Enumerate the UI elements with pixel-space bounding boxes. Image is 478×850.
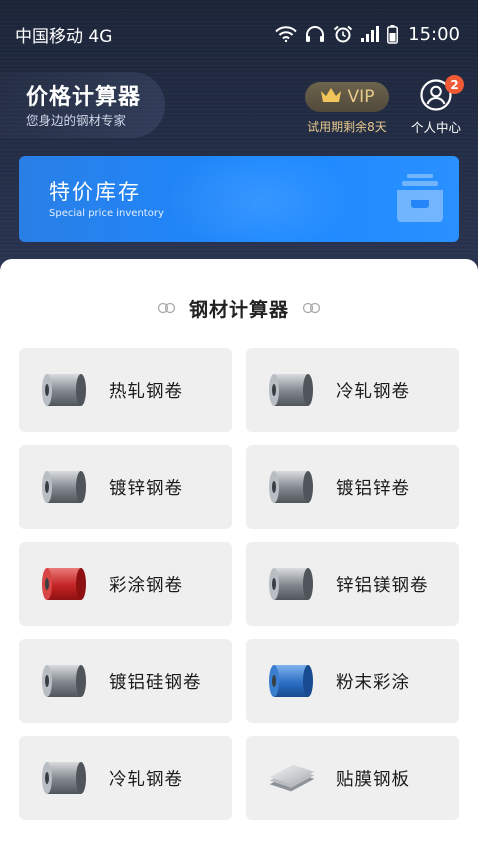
vip-label: VIP [347, 87, 375, 107]
calculator-item-card[interactable]: 彩涂钢卷 [19, 542, 232, 626]
app-title: 价格计算器 [26, 85, 142, 110]
vip-block[interactable]: VIP 试用期剩余8天 [303, 82, 391, 135]
calculator-item-card[interactable]: 镀铝锌卷 [246, 445, 459, 529]
alarm-icon [333, 25, 353, 43]
calculator-item-label: 镀铝硅钢卷 [109, 672, 202, 693]
status-bar: 中国移动 4G 15:00 [0, 0, 478, 68]
calculator-item-label: 彩涂钢卷 [109, 575, 183, 596]
app-title-block: 价格计算器 您身边的钢材专家 [0, 72, 165, 138]
notification-badge: 2 [445, 75, 464, 94]
crown-icon [320, 87, 342, 108]
carrier-label: 中国移动 4G [15, 26, 113, 47]
decor-rings-left-icon [157, 299, 177, 318]
calculator-item-card[interactable]: 贴膜钢板 [246, 736, 459, 820]
banner-subtitle: Special price inventory [49, 208, 164, 219]
calculator-item-label: 贴膜钢板 [336, 769, 410, 790]
calculator-item-card[interactable]: 镀铝硅钢卷 [19, 639, 232, 723]
steel-coil-silver-icon [268, 564, 316, 604]
calculator-item-card[interactable]: 锌铝镁钢卷 [246, 542, 459, 626]
calculator-panel: 钢材计算器 热轧钢卷 冷轧钢卷 镀锌钢卷 镀铝锌卷 彩涂钢卷 锌铝镁钢卷 镀铝硅钢卷 粉末彩涂… [0, 259, 478, 850]
decor-rings-right-icon [301, 299, 321, 318]
calculator-item-card[interactable]: 镀锌钢卷 [19, 445, 232, 529]
trial-remaining-text: 试用期剩余8天 [307, 120, 387, 134]
steel-coil-silver-icon [41, 758, 89, 798]
section-header: 钢材计算器 [0, 293, 478, 323]
calculator-item-card[interactable]: 冷轧钢卷 [246, 348, 459, 432]
clock-time: 15:00 [408, 23, 460, 45]
inventory-box-icon [391, 170, 449, 230]
calculator-item-label: 热轧钢卷 [109, 381, 183, 402]
battery-icon [387, 24, 399, 44]
app-header: 价格计算器 您身边的钢材专家 VIP 试用期剩余8天 2 个人中心 [0, 72, 478, 138]
steel-coil-silver-icon [268, 467, 316, 507]
header-background: 中国移动 4G 15:00 价格计算器 您身边的钢材专家 VIP 试用期剩余8天… [0, 0, 478, 290]
calculator-item-card[interactable]: 热轧钢卷 [19, 348, 232, 432]
steel-coil-silver-icon [41, 467, 89, 507]
signal-icon [361, 26, 380, 42]
steel-coil-silver-icon [41, 661, 89, 701]
steel-coil-silver-icon [268, 370, 316, 410]
app-subtitle: 您身边的钢材专家 [26, 113, 127, 128]
calculator-item-card[interactable]: 粉末彩涂 [246, 639, 459, 723]
calculator-item-card[interactable]: 冷轧钢卷 [19, 736, 232, 820]
banner-title: 特价库存 [49, 180, 141, 204]
special-inventory-banner[interactable]: 特价库存 Special price inventory [19, 156, 459, 242]
calculator-item-label: 冷轧钢卷 [109, 769, 183, 790]
steel-coil-silver-icon [41, 370, 89, 410]
status-icons: 15:00 [275, 24, 460, 45]
calculator-item-label: 粉末彩涂 [336, 672, 410, 693]
calculator-item-label: 冷轧钢卷 [336, 381, 410, 402]
steel-sheet-stack-icon [268, 758, 316, 798]
calculator-item-label: 镀铝锌卷 [336, 478, 410, 499]
user-profile-icon [419, 79, 453, 116]
profile-center-button[interactable]: 2 个人中心 [404, 75, 468, 136]
wifi-icon [275, 26, 297, 42]
calculator-grid: 热轧钢卷 冷轧钢卷 镀锌钢卷 镀铝锌卷 彩涂钢卷 锌铝镁钢卷 镀铝硅钢卷 粉末彩涂 冷轧钢卷 贴膜… [19, 348, 459, 820]
calculator-item-label: 锌铝镁钢卷 [336, 575, 429, 596]
headphones-icon [305, 25, 325, 43]
steel-coil-blue-icon [268, 661, 316, 701]
profile-label: 个人中心 [410, 120, 461, 135]
section-title: 钢材计算器 [188, 298, 289, 321]
calculator-item-label: 镀锌钢卷 [109, 478, 183, 499]
vip-button[interactable]: VIP [305, 82, 389, 112]
steel-coil-red-icon [41, 564, 89, 604]
